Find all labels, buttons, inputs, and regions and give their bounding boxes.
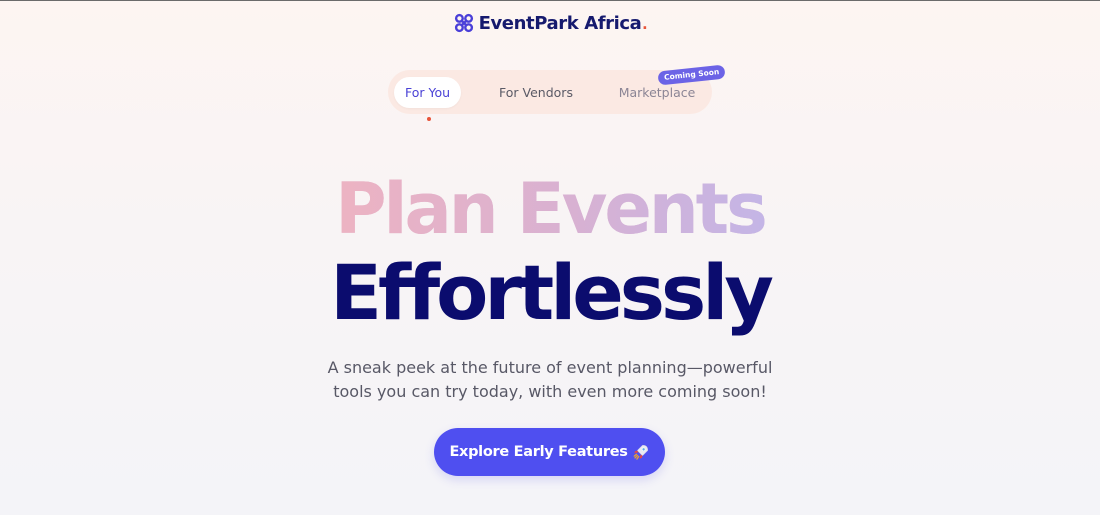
tab-for-vendors[interactable]: For Vendors [490, 77, 582, 108]
cta-label: Explore Early Features [449, 444, 628, 460]
tab-for-you[interactable]: For You [394, 77, 461, 108]
brand-header[interactable]: EventPark Africa . [0, 12, 1100, 34]
subtitle-line-2: tools you can try today, with even more … [333, 382, 767, 401]
subtitle-line-1: A sneak peek at the future of event plan… [327, 358, 773, 377]
headline-plan-events: Plan Events [335, 168, 768, 250]
headline-line-1: Plan Events [0, 167, 1100, 251]
headline-line-2: Effortlessly [330, 248, 774, 337]
rocket-icon [633, 445, 648, 460]
active-tab-indicator [427, 117, 431, 121]
event-park-logo-icon [454, 13, 473, 33]
explore-early-features-button[interactable]: Explore Early Features [434, 428, 665, 476]
hero-subtitle: A sneak peek at the future of event plan… [0, 356, 1100, 404]
brand-name: EventPark Africa [478, 12, 642, 34]
brand-dot: . [642, 12, 648, 33]
audience-tabs: For You For Vendors Marketplace Coming S… [388, 64, 726, 121]
